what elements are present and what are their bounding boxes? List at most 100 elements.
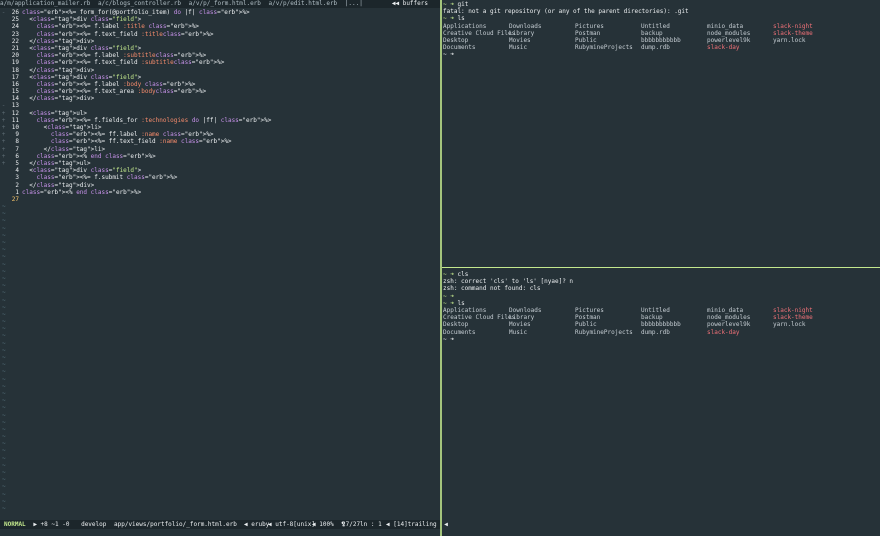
vertical-split-divider[interactable] — [440, 0, 442, 536]
empty-line-tilde: ~ — [2, 361, 6, 369]
empty-line-tilde: ~ — [2, 483, 6, 491]
empty-line-tilde: ~ — [2, 469, 6, 476]
code-line[interactable]: 23 class="erb"><%= f.text_field :titlecl… — [0, 31, 440, 38]
gutter-mark: + — [1, 116, 6, 124]
line-text: class="erb"><%= f.label :body class="erb… — [36, 80, 196, 88]
code-line[interactable]: 25 <class="tag">div class="field"> — [0, 16, 440, 23]
tab-3[interactable]: a/v/p/_form.html.erb — [189, 0, 261, 7]
code-line[interactable]: -26 class="erb"><%= form_for(@portfolio_i… — [0, 9, 440, 16]
tab-2[interactable]: a/c/blogs_controller.rb — [98, 0, 181, 7]
line-text: class="erb"><% end class="erb">%> — [22, 188, 142, 196]
line-number: 5 — [15, 159, 19, 167]
code-line[interactable]: -13 — [0, 102, 440, 109]
gutter-mark — [0, 52, 7, 59]
code-line[interactable]: 17 <class="tag">div class="field"> — [0, 74, 440, 81]
buffers-label[interactable]: ◀◀ buffers — [392, 0, 432, 8]
code-line[interactable]: 1 class="erb"><% end class="erb">%> — [0, 189, 440, 196]
empty-line-tilde: ~ — [2, 497, 6, 505]
ls-entry: node_modules — [707, 29, 751, 37]
line-number: 6 — [15, 152, 19, 160]
gutter-mark: - — [1, 102, 6, 110]
code-line[interactable]: 19 class="erb"><%= f.text_field :subtitl… — [0, 59, 440, 66]
line-number: 17 — [11, 73, 19, 81]
line-text: class="erb"><%= ff.label :name class="er… — [50, 131, 214, 139]
ls-entry: Applications — [443, 22, 487, 30]
empty-line-tilde: ~ — [2, 239, 6, 246]
ls-entry: slack-day — [707, 44, 740, 52]
ls-entry: Pictures — [575, 306, 604, 314]
code-line[interactable]: +6 class="erb"><% end class="erb">%> — [0, 153, 440, 160]
editor-pane[interactable]: a/m/application_mailer.rb a/c/blogs_cont… — [0, 0, 448, 536]
ls-output: Applications Downloads Pictures Untitled min… — [443, 307, 880, 336]
percent: ◀ 100% ¶ — [312, 521, 345, 528]
code-line[interactable]: +12 <class="tag">ul> — [0, 110, 440, 117]
line-number: 11 — [11, 116, 19, 124]
tab-1[interactable]: a/m/application_mailer.rb — [0, 0, 90, 7]
code-line[interactable]: 4 <class="tag">div class="field"> — [0, 167, 440, 174]
empty-line-tilde: ~ — [2, 296, 6, 304]
code-line[interactable]: +7 </class="tag">li> — [0, 146, 440, 153]
ls-entry: Downloads — [509, 22, 542, 30]
line-text: class="erb"><%= f.label :subtitleclass="… — [36, 52, 207, 60]
line-text: class="erb"><%= form_for(@portfolio_item… — [22, 9, 250, 16]
code-line[interactable]: +9 class="erb"><%= ff.label :name class=… — [0, 131, 440, 138]
line-number: 9 — [15, 131, 19, 139]
code-line[interactable]: +11 class="erb"><%= f.fields_for :techno… — [0, 117, 440, 124]
tab-more[interactable]: |...| — [345, 0, 363, 7]
term-prompt[interactable]: ~ ➜ — [443, 336, 880, 343]
code-line[interactable]: 14 </class="tag">div> — [0, 95, 440, 102]
code-line[interactable]: 24 class="erb"><%= f.label :title class=… — [0, 23, 440, 30]
term-prompt[interactable]: ~ ➜ — [443, 51, 880, 58]
term-line: ~ ➜ ls — [443, 299, 465, 307]
ls-entry: Untitled — [641, 306, 670, 314]
code-line[interactable]: 2 </class="tag">div> — [0, 182, 440, 189]
term-line: zsh: command not found: cls — [443, 285, 541, 293]
term-line: fatal: not a git repository (or any of t… — [443, 8, 689, 16]
tab-4[interactable]: a/v/p/edit.html.erb — [269, 0, 338, 7]
gutter-mark — [0, 16, 7, 23]
tabline: a/m/application_mailer.rb a/c/blogs_cont… — [0, 0, 440, 8]
ls-entry: Documents — [443, 328, 476, 336]
code-line[interactable]: 16 class="erb"><%= f.label :body class="… — [0, 81, 440, 88]
line-text: <class="tag">li> — [22, 124, 102, 131]
line-text: <class="tag">div class="field"> — [22, 44, 142, 52]
gutter-mark — [0, 81, 7, 88]
code-line[interactable]: 18 </class="tag">div> — [0, 67, 440, 74]
line-text: class="erb"><%= f.text_field :subtitlecl… — [36, 59, 225, 67]
line-number: 18 — [11, 66, 19, 74]
line-text: class="erb"><% end class="erb">%> — [36, 152, 156, 160]
code-line[interactable]: +10 <class="tag">li> — [0, 124, 440, 131]
code-line[interactable]: 20 class="erb"><%= f.label :subtitleclas… — [0, 52, 440, 59]
code-line[interactable]: 21 <class="tag">div class="field"> — [0, 45, 440, 52]
empty-line-tilde: ~ — [2, 404, 6, 412]
empty-line-tilde: ~ — [2, 332, 6, 340]
ls-entry: Applications — [443, 306, 487, 314]
ls-entry: Downloads — [509, 306, 542, 314]
code-line[interactable]: 15 class="erb"><%= f.text_area :bodyclas… — [0, 88, 440, 95]
code-line[interactable]: 22 </class="tag">div> — [0, 38, 440, 45]
ls-output: Applications Downloads Pictures Untitled min… — [443, 23, 880, 52]
ls-entry: Desktop — [443, 36, 469, 44]
line-number: 10 — [11, 124, 19, 131]
gutter-mark — [0, 182, 7, 189]
line-text: </class="tag">div> — [22, 95, 95, 103]
empty-line-tilde: ~ — [2, 433, 6, 441]
code-line[interactable]: 3 class="erb"><%= f.submit class="erb">%… — [0, 174, 440, 181]
terminal-top[interactable]: ~ ➜ git fatal: not a git repository (or … — [443, 1, 880, 59]
code-area[interactable]: -26 class="erb"><%= form_for(@portfolio_i… — [0, 9, 440, 512]
horizontal-split-divider[interactable] — [442, 267, 880, 268]
code-line[interactable]: 27 — [0, 196, 440, 203]
empty-line-tilde: ~ — [2, 217, 6, 225]
line-text: class="erb"><%= ff.text_field :name clas… — [50, 138, 232, 146]
code-line[interactable]: +5 </class="tag">ul> — [0, 160, 440, 167]
terminal-bottom[interactable]: ~ ➜ cls zsh: correct 'cls' to 'ls' [nyae… — [443, 271, 880, 343]
line-text: class="erb"><%= f.text_field :titleclass… — [36, 30, 214, 38]
empty-line-tilde: ~ — [2, 346, 6, 354]
line-text: <class="tag">div class="field"> — [22, 16, 142, 24]
empty-line-tilde: ~ — [2, 253, 6, 261]
empty-line-tilde: ~ — [2, 389, 6, 397]
code-line[interactable]: +8 class="erb"><%= ff.text_field :name c… — [0, 138, 440, 145]
empty-line-tilde: ~ — [2, 318, 6, 326]
empty-line-tilde: ~ — [2, 282, 6, 290]
line-number: 27 — [11, 195, 19, 203]
